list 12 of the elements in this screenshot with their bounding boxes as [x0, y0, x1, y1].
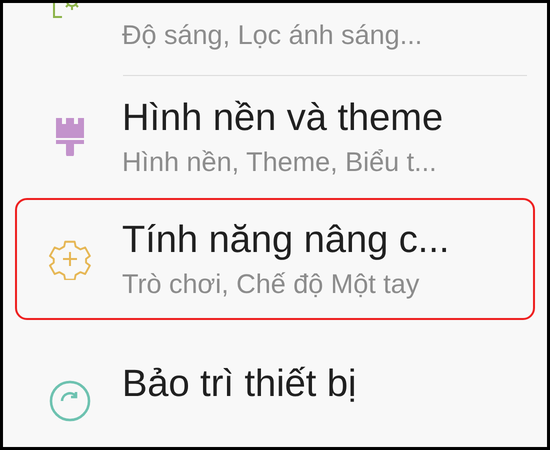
- settings-item[interactable]: Hình nền và theme Hình nền, Theme, Biểu t...: [15, 76, 535, 198]
- refresh-circle-icon: [48, 380, 90, 422]
- settings-item[interactable]: Tính năng nâng c... Trò chơi, Chế độ Một tay: [15, 198, 535, 320]
- gear-plus-icon: [48, 238, 90, 280]
- item-title: Bảo trì thiết bị: [122, 362, 356, 406]
- item-subtitle: Độ sáng, Lọc ánh sáng...: [122, 19, 422, 51]
- item-title: Tính năng nâng c...: [122, 218, 450, 262]
- item-subtitle: Trò chơi, Chế độ Một tay: [122, 268, 420, 300]
- settings-item[interactable]: Bảo trì thiết bị: [15, 320, 535, 424]
- paintbrush-icon: [56, 118, 84, 156]
- item-title: Hình nền và theme: [122, 96, 444, 140]
- item-subtitle: Hình nền, Theme, Biểu t...: [122, 146, 438, 178]
